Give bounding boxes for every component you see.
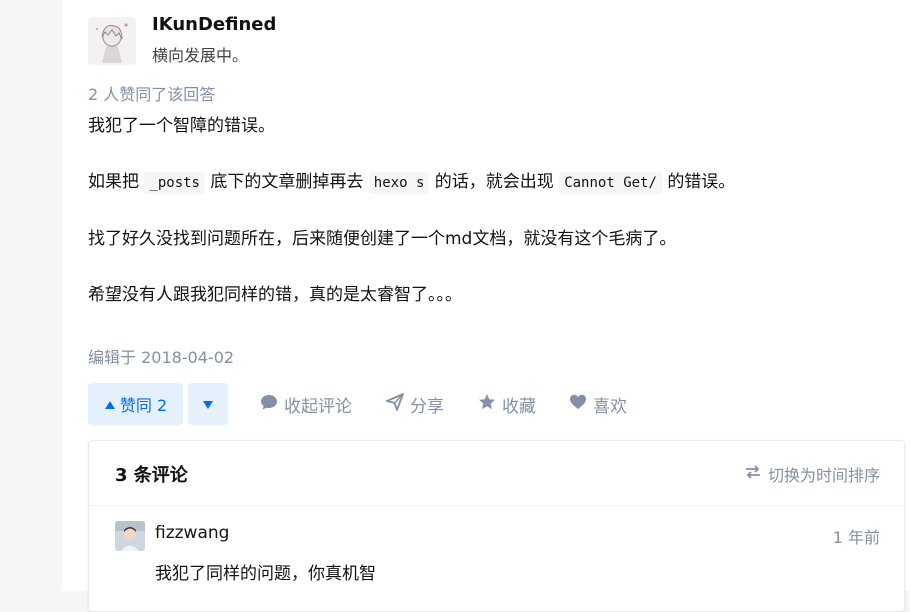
inline-code: Cannot Get/ [559, 172, 662, 194]
answer-content: 我犯了一个智障的错误。 如果把 _posts 底下的文章删掉再去 hexo s … [88, 112, 888, 337]
answer-text: 的话，就会出现 [434, 172, 554, 192]
sort-toggle-label: 切换为时间排序 [767, 466, 880, 485]
author-avatar[interactable] [88, 17, 136, 65]
comments-panel: 3 条评论 切换为时间排序 fizzwang 1 年前 我犯了同样的问题，你真机… [88, 440, 905, 612]
swap-icon [744, 464, 762, 484]
collapse-comments-label: 收起评论 [284, 396, 352, 417]
inline-code: hexo s [368, 172, 430, 194]
collapse-comments-button[interactable]: 收起评论 [260, 383, 352, 425]
comments-header: 3 条评论 切换为时间排序 [89, 441, 904, 506]
star-icon [478, 393, 496, 416]
like-button[interactable]: 喜欢 [569, 383, 627, 425]
comment-avatar[interactable] [115, 521, 145, 551]
favorite-button[interactable]: 收藏 [478, 383, 536, 425]
like-label: 喜欢 [593, 396, 627, 417]
answer-text: 如果把 [88, 172, 139, 192]
comment-icon [260, 393, 278, 416]
author-name[interactable]: IKunDefined [152, 14, 276, 35]
favorite-label: 收藏 [502, 396, 536, 417]
vote-summary: 2 人赞同了该回答 [88, 85, 216, 104]
triangle-down-icon [202, 395, 214, 414]
author-bio: 横向发展中。 [152, 46, 249, 65]
share-label: 分享 [410, 396, 444, 417]
edited-time: 编辑于 2018-04-02 [88, 348, 235, 367]
comment-text: 我犯了同样的问题，你真机智 [155, 564, 376, 584]
heart-icon [569, 393, 587, 416]
answer-paragraph: 希望没有人跟我犯同样的错，真的是太睿智了。。。 [88, 285, 462, 305]
answer-page: IKunDefined 横向发展中。 2 人赞同了该回答 我犯了一个智障的错误。… [62, 0, 910, 612]
answer-text: 的错误。 [667, 172, 736, 192]
inline-code: _posts [144, 172, 205, 194]
answer-paragraph: 找了好久没找到问题所在，后来随便创建了一个md文档，就没有这个毛病了。 [88, 229, 677, 249]
comments-count: 3 条评论 [115, 465, 188, 486]
vote-up-label: 赞同 2 [119, 396, 168, 415]
answer-text: 底下的文章删掉再去 [210, 172, 364, 192]
sort-toggle-button[interactable]: 切换为时间排序 [744, 462, 880, 486]
share-button[interactable]: 分享 [386, 383, 444, 425]
vote-up-button[interactable]: 赞同 2 [88, 383, 183, 425]
comment-time: 1 年前 [832, 528, 880, 547]
answer-paragraph: 如果把 _posts 底下的文章删掉再去 hexo s 的话，就会出现 Cann… [88, 168, 888, 197]
action-bar: 赞同 2 收起评论 分享 收藏 喜欢 [88, 383, 888, 425]
vote-down-button[interactable] [188, 383, 228, 425]
answer-paragraph: 我犯了一个智障的错误。 [88, 116, 275, 136]
share-icon [386, 392, 404, 416]
triangle-up-icon [104, 395, 116, 414]
comment-author[interactable]: fizzwang [155, 523, 229, 543]
